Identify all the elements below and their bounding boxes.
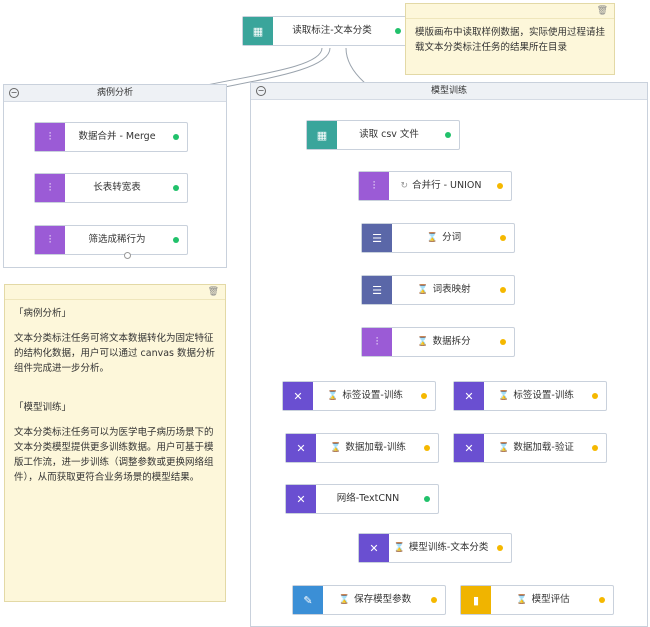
text-icon: ☰ [362, 224, 392, 252]
network-icon: ✕ [283, 382, 313, 410]
status-dot [424, 496, 430, 502]
hourglass-icon: ⌛ [393, 543, 405, 553]
workflow-canvas[interactable]: ▦ 读取标注-文本分类 🗑 模版画布中读取样例数据，实际使用过程请挂载文本分类标… [0, 0, 650, 627]
status-dot [424, 445, 430, 451]
status-dot [173, 185, 179, 191]
node-long-to-wide[interactable]: ⫶ 长表转宽表 [34, 173, 188, 203]
hourglass-icon: ⌛ [327, 391, 339, 401]
save-icon: ✎ [293, 586, 323, 614]
node-label: 标签设置-训练 [513, 390, 574, 401]
table-icon: ▦ [307, 121, 337, 149]
status-dot [445, 132, 451, 138]
node-label: 数据合并 - Merge [78, 131, 156, 142]
collapse-icon[interactable]: − [256, 86, 266, 96]
note-heading-case: 「病例分析」 [14, 308, 72, 319]
network-icon: ✕ [359, 534, 389, 562]
sliders-icon: ⫶ [362, 328, 392, 356]
node-label-train[interactable]: ✕ ⌛ 标签设置-训练 [282, 381, 436, 411]
chart-icon: ▮ [461, 586, 491, 614]
network-icon: ✕ [286, 485, 316, 513]
node-label: 合并行 - UNION [412, 180, 482, 191]
node-label: 保存模型参数 [354, 594, 412, 605]
status-dot [500, 235, 506, 241]
status-dot [173, 134, 179, 140]
node-label: 标签设置-训练 [342, 390, 403, 401]
node-label: 分词 [442, 232, 462, 243]
note-paragraph-case: 文本分类标注任务可将文本数据转化为固定特征的结构化数据，用户可以通过 canva… [14, 333, 215, 374]
node-load-val[interactable]: ✕ ⌛ 数据加载-验证 [453, 433, 607, 463]
node-read-csv[interactable]: ▦ 读取 csv 文件 [306, 120, 460, 150]
node-filter[interactable]: ⫶ 筛选成稀行为 [34, 225, 188, 255]
status-dot [592, 445, 598, 451]
node-label: 网络-TextCNN [336, 493, 400, 504]
node-read-annotation[interactable]: ▦ 读取标注-文本分类 [242, 16, 410, 46]
hourglass-icon: ⌛ [330, 443, 342, 453]
node-label: 读取标注-文本分类 [292, 25, 372, 36]
status-dot [500, 287, 506, 293]
collapse-icon[interactable]: − [9, 88, 19, 98]
note-left[interactable]: 🗑 「病例分析」 文本分类标注任务可将文本数据转化为固定特征的结构化数据，用户可… [4, 284, 226, 602]
hourglass-icon: ⌛ [498, 391, 510, 401]
node-label: 数据拆分 [432, 336, 471, 347]
node-label: 长表转宽表 [93, 182, 141, 193]
delete-icon[interactable]: 🗑 [597, 6, 608, 16]
node-label: 词表映射 [432, 284, 471, 295]
sliders-icon: ⫶ [359, 172, 389, 200]
network-icon: ✕ [286, 434, 316, 462]
table-icon: ▦ [243, 17, 273, 45]
node-eval[interactable]: ▮ ⌛ 模型评估 [460, 585, 614, 615]
network-icon: ✕ [454, 434, 484, 462]
node-word-split[interactable]: ☰ ⌛ 分词 [361, 223, 515, 253]
text-icon: ☰ [362, 276, 392, 304]
status-dot [599, 597, 605, 603]
status-dot [173, 237, 179, 243]
node-label: 模型评估 [531, 594, 570, 605]
node-save-model[interactable]: ✎ ⌛ 保存模型参数 [292, 585, 446, 615]
node-label: 筛选成稀行为 [88, 234, 146, 245]
status-dot [395, 28, 401, 34]
node-vocab-map[interactable]: ☰ ⌛ 词表映射 [361, 275, 515, 305]
node-label: 数据加载-训练 [345, 442, 406, 453]
status-dot [592, 393, 598, 399]
hourglass-icon: ⌛ [498, 443, 510, 453]
node-data-split[interactable]: ⫶ ⌛ 数据拆分 [361, 327, 515, 357]
hourglass-icon: ⌛ [338, 595, 351, 605]
hourglass-icon: ⌛ [426, 233, 439, 243]
sliders-icon: ⫶ [35, 123, 65, 151]
note-paragraph-train: 文本分类标注任务可以为医学电子病历场景下的文本分类模型提供更多训练数据。用户可基… [14, 427, 214, 483]
note-heading-train: 「模型训练」 [14, 402, 72, 413]
group-title: 病例分析 [96, 88, 133, 98]
note-top[interactable]: 🗑 模版画布中读取样例数据，实际使用过程请挂载文本分类标注任务的结果所在目录 [405, 3, 615, 75]
status-dot [431, 597, 437, 603]
hourglass-icon: ⌛ [417, 337, 429, 347]
status-dot [421, 393, 427, 399]
group-title: 模型训练 [430, 86, 467, 96]
node-label: 数据加载-验证 [513, 442, 574, 453]
sliders-icon: ⫶ [35, 174, 65, 202]
output-port[interactable] [124, 252, 131, 259]
node-merge[interactable]: ⫶ 数据合并 - Merge [34, 122, 188, 152]
status-dot [497, 183, 503, 189]
network-icon: ✕ [454, 382, 484, 410]
note-text: 模版画布中读取样例数据，实际使用过程请挂载文本分类标注任务的结果所在目录 [415, 27, 606, 53]
delete-icon[interactable]: 🗑 [208, 287, 219, 297]
sliders-icon: ⫶ [35, 226, 65, 254]
hourglass-icon: ⌛ [417, 285, 429, 295]
status-dot [497, 545, 503, 551]
hourglass-icon: ⌛ [516, 595, 528, 605]
node-textcnn[interactable]: ✕ 网络-TextCNN [285, 484, 439, 514]
loading-icon: ↻ [400, 181, 409, 191]
node-load-train[interactable]: ✕ ⌛ 数据加载-训练 [285, 433, 439, 463]
node-label-val[interactable]: ✕ ⌛ 标签设置-训练 [453, 381, 607, 411]
node-label: 读取 csv 文件 [359, 129, 419, 140]
node-train[interactable]: ✕ ⌛ 模型训练-文本分类 [358, 533, 512, 563]
status-dot [500, 339, 506, 345]
node-label: 模型训练-文本分类 [408, 542, 489, 553]
node-union[interactable]: ⫶ ↻ 合并行 - UNION [358, 171, 512, 201]
